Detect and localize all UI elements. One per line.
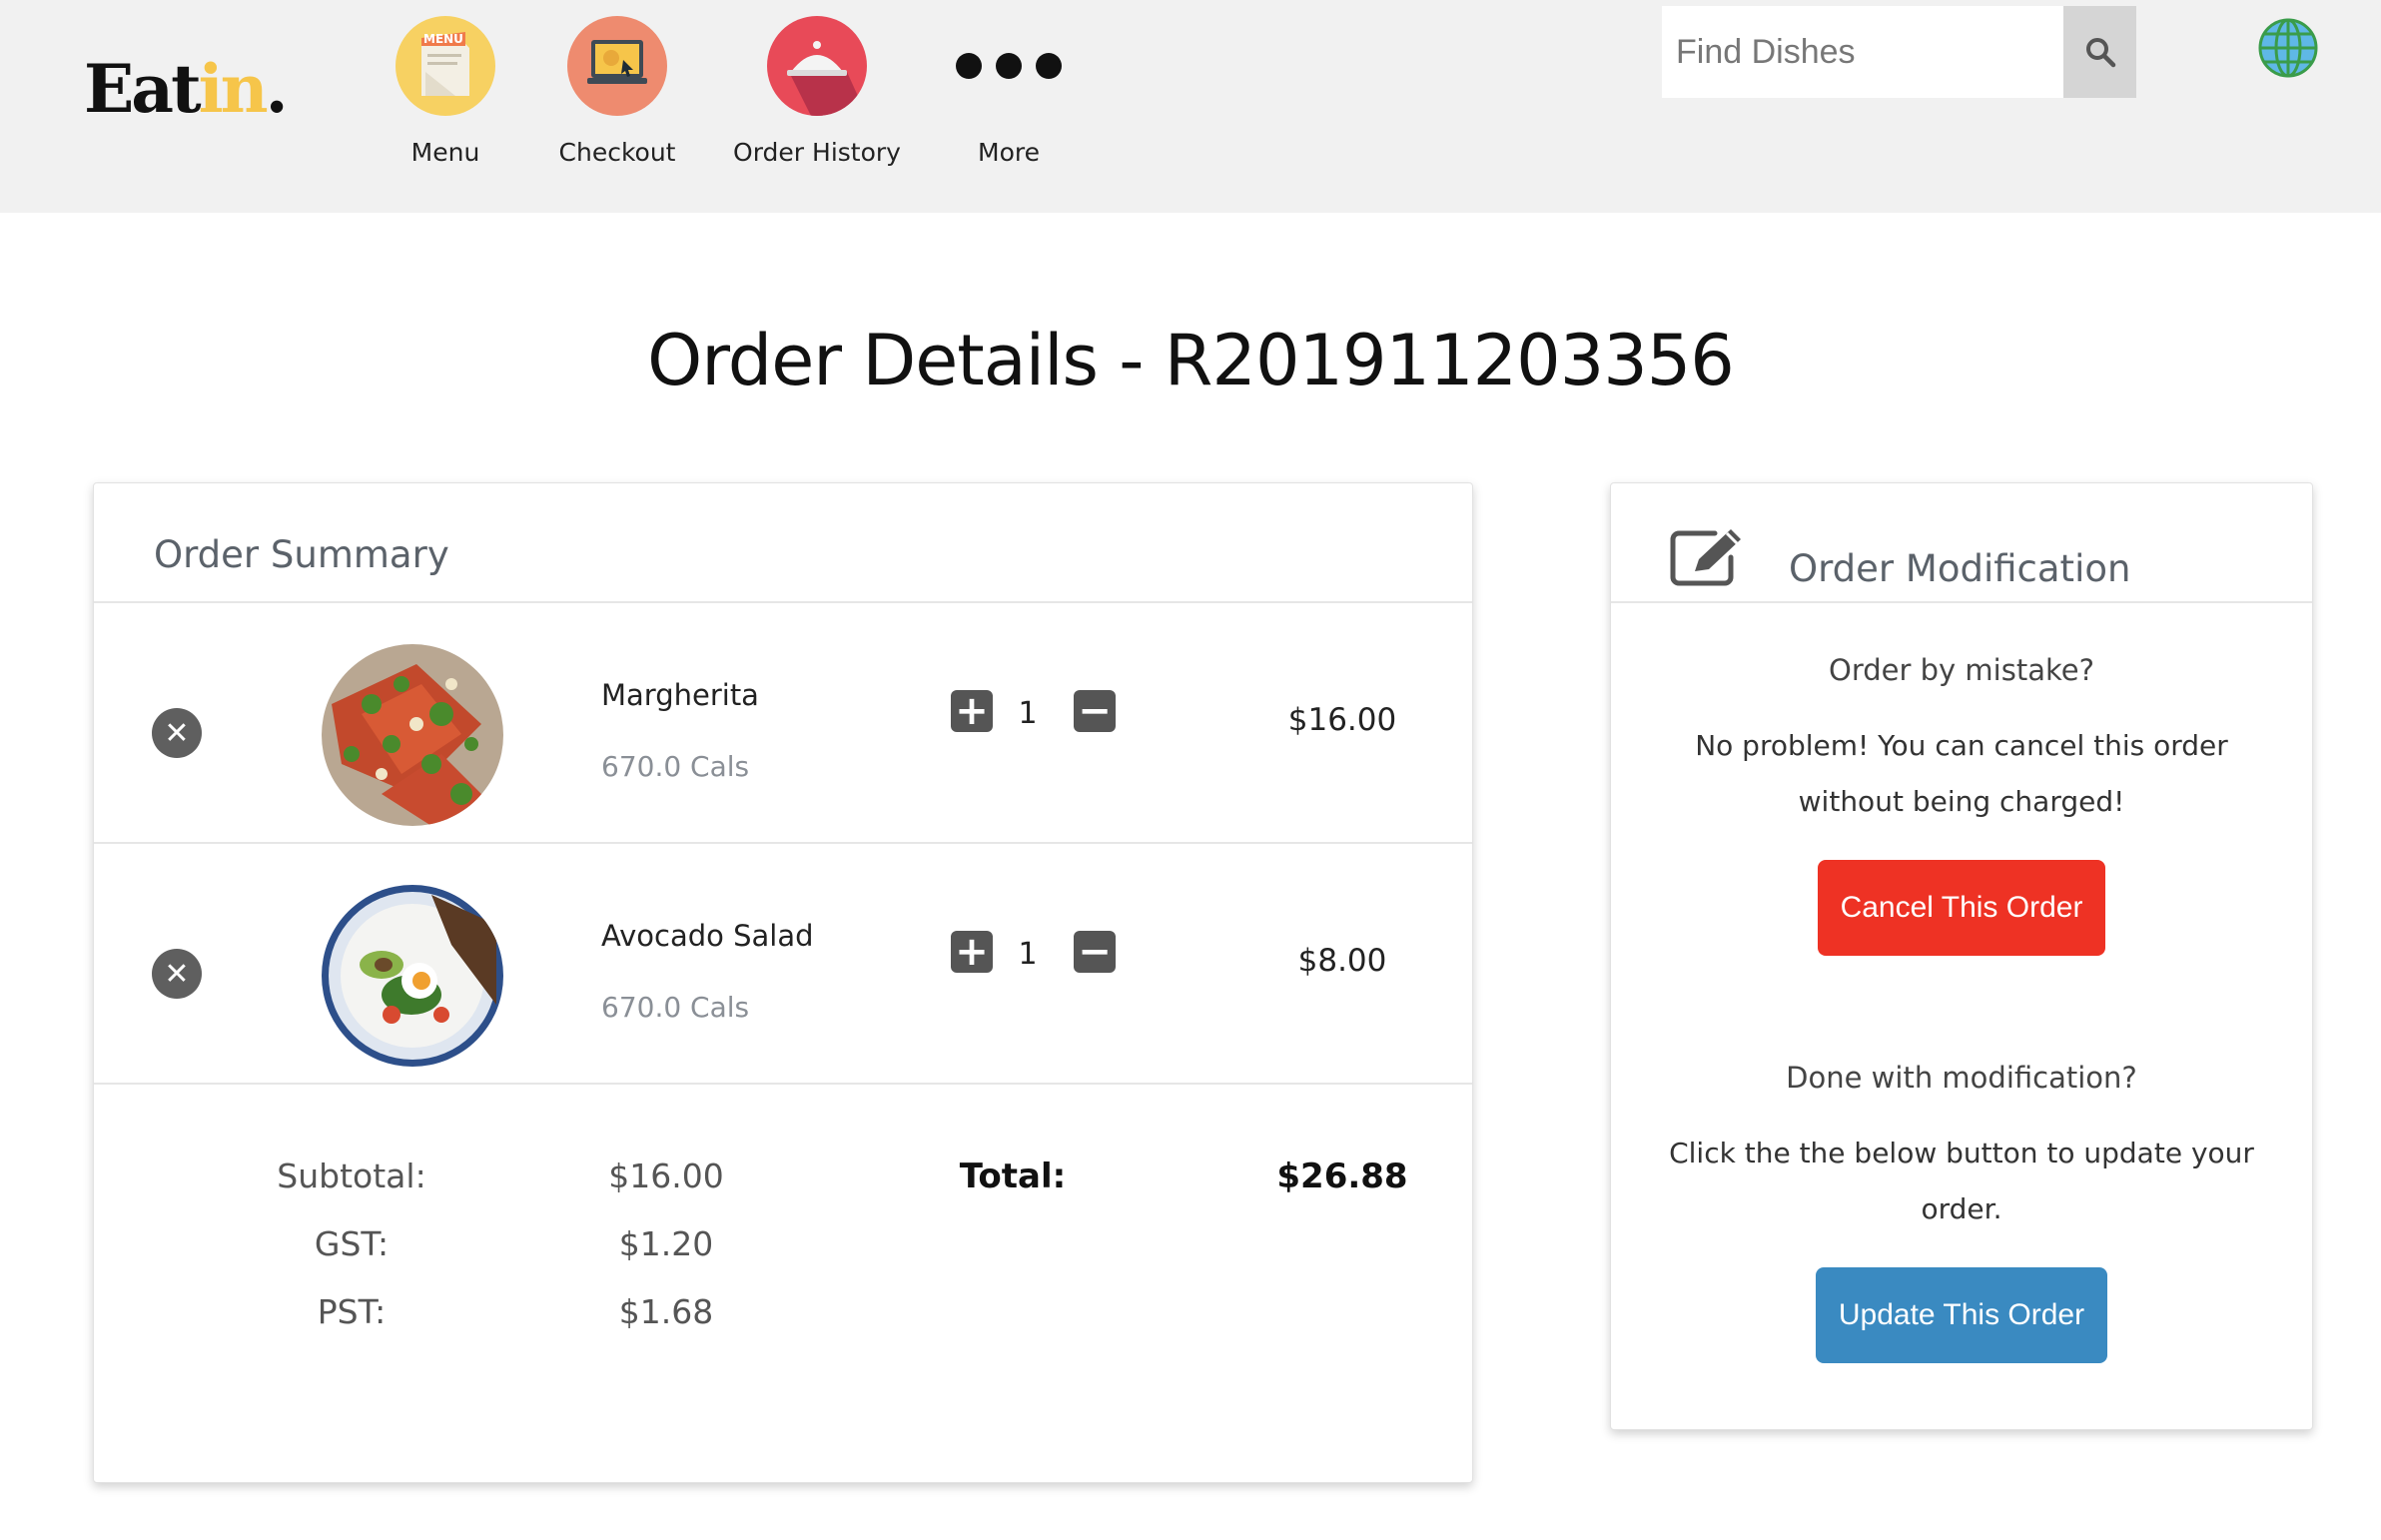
nav-item-order-history[interactable]: Order History [727,16,907,167]
quantity-value: 1 [1018,937,1038,972]
dish-name: Avocado Salad [601,919,814,953]
more-icon [919,16,1099,116]
remove-item-button[interactable]: ✕ [152,708,202,758]
gst-label: GST: [314,1224,390,1263]
order-item-row: ✕ Avocado Salad 670.0 Cals + 1 − $8.00 [94,845,1472,1085]
menu-icon: MENU [396,16,495,116]
total-label: Total: [959,1156,1067,1196]
dish-price: $8.00 [1297,943,1387,979]
order-summary-title: Order Summary [154,533,449,576]
page-title: Order Details - R201911203356 [647,320,1735,401]
plus-icon: + [955,688,989,734]
order-modification-header: Order Modification [1611,483,2312,603]
search-box [1662,6,2136,98]
dish-calories: 670.0 Cals [601,750,750,783]
menu-badge-text: MENU [423,32,463,46]
order-modification-title: Order Modification [1789,547,2131,590]
logo-dot: . [265,50,289,128]
logo[interactable]: Eatin. [84,50,289,128]
search-input[interactable] [1662,6,2063,98]
nav-item-more[interactable]: More [919,16,1099,167]
gst-value: $1.20 [618,1224,714,1263]
close-icon: ✕ [164,715,190,751]
update-order-button[interactable]: Update This Order [1816,1267,2107,1363]
dish-name: Margherita [601,678,759,712]
dish-price: $16.00 [1287,702,1397,738]
logo-accent: in [198,50,269,128]
nav-label-checkout: Checkout [558,138,676,167]
nav-item-checkout[interactable]: Checkout [527,16,707,167]
update-description-line1: Click the the below button to update you… [1669,1137,2254,1169]
logo-main: Eat [84,50,202,128]
plus-icon: + [955,929,989,975]
nav-label-menu: Menu [410,138,480,167]
dish-calories: 670.0 Cals [601,991,750,1024]
cancel-description-line2: without being charged! [1798,785,2125,818]
globe-icon[interactable] [2257,17,2319,79]
edit-icon [1670,529,1741,586]
decrease-quantity-button[interactable]: − [1074,690,1116,732]
search-icon [2085,38,2115,68]
subtotal-label: Subtotal: [277,1156,426,1195]
update-heading: Done with modification? [1786,1061,2137,1095]
cancel-order-button[interactable]: Cancel This Order [1818,860,2105,956]
update-description-line2: order. [1921,1192,2002,1225]
nav-item-menu[interactable]: MENU Menu [356,16,535,167]
pst-value: $1.68 [618,1292,714,1331]
minus-icon: − [1078,688,1112,734]
nav-label-order-history: Order History [733,138,901,167]
increase-quantity-button[interactable]: + [951,931,993,973]
quantity-value: 1 [1018,696,1038,731]
order-summary-header: Order Summary [94,483,1472,603]
order-item-row: ✕ Margherita 670.0 Cals + 1 − $16.00 [94,604,1472,844]
cancel-heading: Order by mistake? [1829,653,2094,687]
order-history-icon [767,16,867,116]
checkout-icon [567,16,667,116]
pst-label: PST: [317,1292,387,1331]
dish-image-margherita [322,644,503,826]
top-nav-bar: Eatin. MENU Menu Checkout Order History … [0,0,2381,213]
subtotal-value: $16.00 [608,1156,724,1195]
close-icon: ✕ [164,956,190,992]
minus-icon: − [1078,929,1112,975]
dish-image-avocado-salad [322,885,503,1067]
cancel-description-line1: No problem! You can cancel this order [1695,729,2228,762]
increase-quantity-button[interactable]: + [951,690,993,732]
order-modification-card: Order Modification Order by mistake? No … [1610,482,2313,1430]
order-summary-card: Order Summary ✕ Margherita 670.0 Cals + … [93,482,1473,1483]
remove-item-button[interactable]: ✕ [152,949,202,999]
nav-label-more: More [978,138,1040,167]
total-value: $26.88 [1276,1156,1408,1196]
search-button[interactable] [2063,6,2136,98]
decrease-quantity-button[interactable]: − [1074,931,1116,973]
